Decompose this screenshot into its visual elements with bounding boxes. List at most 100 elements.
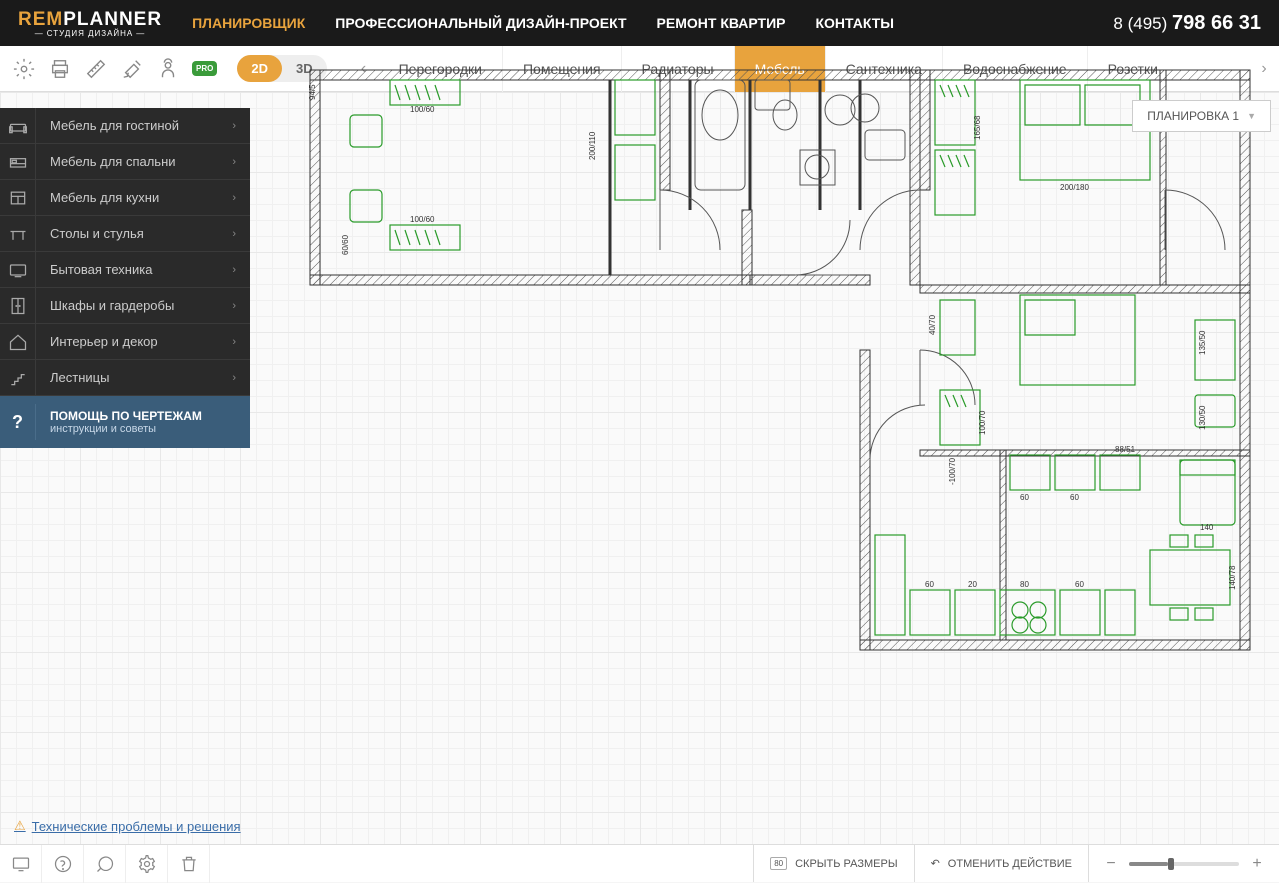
- chevron-right-icon: ›: [232, 264, 250, 276]
- svg-text:88/51: 88/51: [1115, 445, 1136, 454]
- worker-icon[interactable]: [156, 57, 180, 81]
- question-icon: ?: [0, 404, 36, 440]
- sidebar-item-tables-chairs[interactable]: Столы и стулья ›: [0, 216, 250, 252]
- house-icon: [0, 324, 36, 360]
- svg-text:140/78: 140/78: [1228, 565, 1237, 590]
- svg-text:140: 140: [1200, 523, 1214, 532]
- technical-problems-link[interactable]: ⚠ Технические проблемы и решения: [14, 818, 241, 834]
- pro-badge[interactable]: PRO: [192, 61, 217, 76]
- phone-number[interactable]: 8 (495) 798 66 31: [1113, 12, 1261, 35]
- main-nav: ПЛАНИРОВЩИК ПРОФЕССИОНАЛЬНЫЙ ДИЗАЙН-ПРОЕ…: [192, 15, 1113, 31]
- sidebar-label: Интерьер и декор: [36, 334, 232, 349]
- tech-link-label: Технические проблемы и решения: [32, 819, 241, 834]
- zoom-fill: [1129, 862, 1168, 866]
- svg-text:100/60: 100/60: [410, 215, 435, 224]
- hide-sizes-badge: 80: [770, 857, 787, 870]
- sidebar-label: Шкафы и гардеробы: [36, 298, 232, 313]
- sidebar-label: Бытовая техника: [36, 262, 232, 277]
- bottom-bar: 80 СКРЫТЬ РАЗМЕРЫ ↶ ОТМЕНИТЬ ДЕЙСТВИЕ − …: [0, 844, 1279, 882]
- zoom-in-button[interactable]: +: [1249, 855, 1265, 873]
- zoom-slider[interactable]: [1129, 862, 1239, 866]
- trash-icon[interactable]: [168, 845, 210, 883]
- svg-text:94/5: 94/5: [308, 84, 317, 100]
- bed-icon: [0, 144, 36, 180]
- sidebar-item-bedroom[interactable]: Мебель для спальни ›: [0, 144, 250, 180]
- settings-icon[interactable]: [126, 845, 168, 883]
- svg-text:130/50: 130/50: [1198, 405, 1207, 430]
- svg-text:20: 20: [968, 580, 977, 589]
- tools-icon[interactable]: [120, 57, 144, 81]
- sidebar-item-stairs[interactable]: Лестницы ›: [0, 360, 250, 396]
- logo-subtitle: СТУДИЯ ДИЗАЙНА: [18, 29, 162, 38]
- chevron-right-icon: ›: [232, 300, 250, 312]
- sidebar-label: Мебель для гостиной: [36, 118, 232, 133]
- nav-planner[interactable]: ПЛАНИРОВЩИК: [192, 15, 305, 31]
- sidebar-label: Лестницы: [36, 370, 232, 385]
- undo-label: ОТМЕНИТЬ ДЕЙСТВИЕ: [948, 858, 1072, 870]
- svg-text:135/50: 135/50: [1198, 330, 1207, 355]
- chevron-right-icon: ›: [232, 228, 250, 240]
- zoom-control: − +: [1088, 845, 1279, 882]
- stairs-icon: [0, 360, 36, 396]
- bottom-right: 80 СКРЫТЬ РАЗМЕРЫ ↶ ОТМЕНИТЬ ДЕЙСТВИЕ − …: [753, 845, 1279, 882]
- settings-gear-icon[interactable]: [12, 57, 36, 81]
- sidebar-help-title: ПОМОЩЬ ПО ЧЕРТЕЖАМ: [50, 409, 202, 423]
- sidebar-help-text: ПОМОЩЬ ПО ЧЕРТЕЖАМ инструкции и советы: [36, 409, 202, 435]
- zoom-out-button[interactable]: −: [1103, 855, 1119, 873]
- logo-rem: REM: [18, 9, 63, 30]
- tool-icons-group: PRO 2D 3D: [0, 55, 339, 82]
- undo-icon: ↶: [931, 857, 940, 870]
- sidebar-item-appliances[interactable]: Бытовая техника ›: [0, 252, 250, 288]
- logo-planner: PLANNER: [63, 9, 162, 30]
- sidebar-label: Столы и стулья: [36, 226, 232, 241]
- nav-contacts[interactable]: КОНТАКТЫ: [816, 15, 894, 31]
- ruler-icon[interactable]: [84, 57, 108, 81]
- svg-text:100/70: 100/70: [978, 410, 987, 435]
- logo[interactable]: REMPLANNER СТУДИЯ ДИЗАЙНА: [18, 9, 162, 38]
- print-icon[interactable]: [48, 57, 72, 81]
- wardrobe-icon: [0, 288, 36, 324]
- svg-text:200/180: 200/180: [1060, 183, 1089, 192]
- hide-sizes-button[interactable]: 80 СКРЫТЬ РАЗМЕРЫ: [753, 845, 913, 882]
- layout-dropdown[interactable]: ПЛАНИРОВКА 1 ▼: [1132, 100, 1271, 132]
- furniture-sidebar: Мебель для гостиной › Мебель для спальни…: [0, 108, 250, 448]
- sidebar-item-wardrobes[interactable]: Шкафы и гардеробы ›: [0, 288, 250, 324]
- sidebar-label: Мебель для кухни: [36, 190, 232, 205]
- sidebar-item-interior-decor[interactable]: Интерьер и декор ›: [0, 324, 250, 360]
- svg-text:60: 60: [1020, 493, 1029, 502]
- sidebar-label: Мебель для спальни: [36, 154, 232, 169]
- nav-design-project[interactable]: ПРОФЕССИОНАЛЬНЫЙ ДИЗАЙН-ПРОЕКТ: [335, 15, 626, 31]
- svg-text:60: 60: [925, 580, 934, 589]
- chevron-right-icon: ›: [232, 336, 250, 348]
- chevron-right-icon: ›: [232, 156, 250, 168]
- monitor-icon[interactable]: [0, 845, 42, 883]
- sidebar-help[interactable]: ? ПОМОЩЬ ПО ЧЕРТЕЖАМ инструкции и советы: [0, 396, 250, 448]
- svg-text:100/60: 100/60: [410, 105, 435, 114]
- kitchen-icon: [0, 180, 36, 216]
- table-icon: [0, 216, 36, 252]
- help-icon[interactable]: [42, 845, 84, 883]
- svg-text:60/60: 60/60: [341, 234, 350, 255]
- svg-text:40/70: 40/70: [928, 314, 937, 335]
- chevron-down-icon: ▼: [1247, 111, 1256, 121]
- main-header: REMPLANNER СТУДИЯ ДИЗАЙНА ПЛАНИРОВЩИК ПР…: [0, 0, 1279, 46]
- zoom-thumb[interactable]: [1168, 858, 1174, 870]
- comment-icon[interactable]: [84, 845, 126, 883]
- chevron-right-icon: ›: [232, 192, 250, 204]
- chevron-right-icon: ›: [232, 120, 250, 132]
- phone-prefix: 8 (495): [1113, 14, 1172, 33]
- view-2d-button[interactable]: 2D: [237, 55, 282, 82]
- svg-text:200/110: 200/110: [588, 131, 597, 160]
- svg-text:165/68: 165/68: [973, 115, 982, 140]
- svg-text:-100/70: -100/70: [948, 457, 957, 485]
- svg-text:60: 60: [1070, 493, 1079, 502]
- sidebar-item-living-room[interactable]: Мебель для гостиной ›: [0, 108, 250, 144]
- nav-renovation[interactable]: РЕМОНТ КВАРТИР: [657, 15, 786, 31]
- undo-button[interactable]: ↶ ОТМЕНИТЬ ДЕЙСТВИЕ: [914, 845, 1088, 882]
- sidebar-help-sub: инструкции и советы: [50, 423, 202, 435]
- phone-main: 798 66 31: [1172, 12, 1261, 34]
- tv-icon: [0, 252, 36, 288]
- bottom-left-icons: [0, 845, 210, 883]
- sidebar-item-kitchen[interactable]: Мебель для кухни ›: [0, 180, 250, 216]
- floor-plan[interactable]: 94/5 200/110 100/60 60/60 100/60 165/68 …: [300, 60, 1265, 670]
